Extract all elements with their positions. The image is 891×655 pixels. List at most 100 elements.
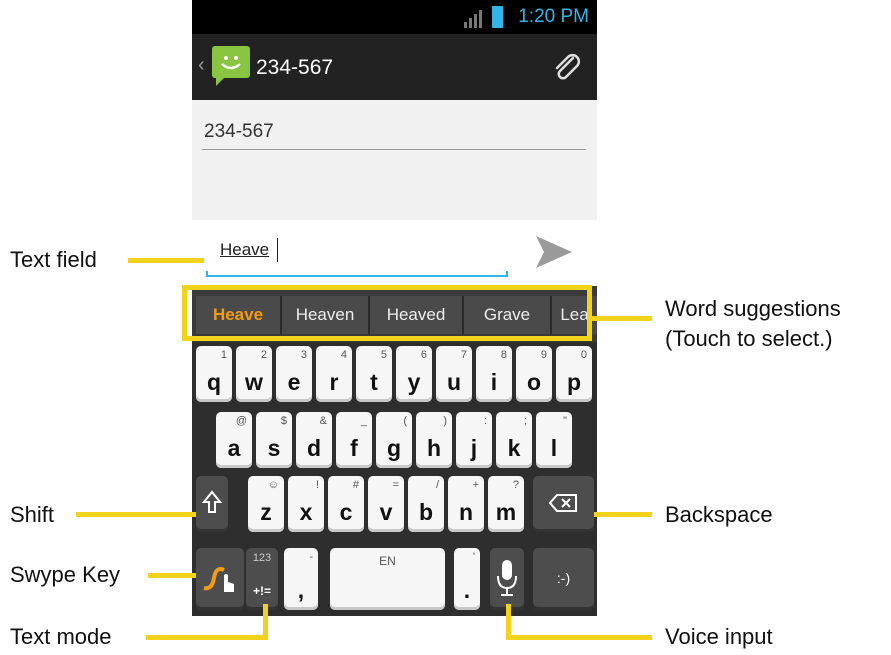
key-label: w bbox=[245, 369, 263, 395]
key-l[interactable]: " l bbox=[536, 412, 572, 468]
space-key[interactable]: EN bbox=[330, 548, 445, 610]
key-label: h bbox=[426, 435, 442, 461]
callout-touch-to-select: (Touch to select.) bbox=[665, 326, 833, 351]
key-n[interactable]: + n bbox=[448, 476, 484, 532]
key-r[interactable]: 4r bbox=[316, 346, 352, 402]
key-alt-label: ) bbox=[443, 415, 447, 427]
key-label: b bbox=[418, 499, 434, 525]
callout-line-text-mode-h bbox=[146, 635, 268, 640]
attach-icon[interactable] bbox=[551, 52, 583, 84]
period-label: . bbox=[463, 577, 471, 603]
key-label: p bbox=[566, 369, 582, 395]
key-label: z bbox=[260, 499, 272, 525]
callout-text-mode: Text mode bbox=[10, 624, 112, 649]
voice-input-key[interactable] bbox=[490, 548, 524, 610]
key-alt-label: 3 bbox=[300, 349, 307, 361]
period-alt-label: ' bbox=[472, 551, 475, 563]
key-b[interactable]: / b bbox=[408, 476, 444, 532]
compose-area: Heave bbox=[192, 220, 597, 286]
key-label: s bbox=[267, 435, 281, 461]
callout-line-suggestions bbox=[592, 316, 652, 321]
text-mode-key[interactable]: 123 +!= bbox=[246, 548, 278, 610]
messaging-app-icon[interactable] bbox=[212, 46, 250, 86]
key-f[interactable]: _ f bbox=[336, 412, 372, 468]
key-alt-label: = bbox=[392, 479, 399, 491]
microphone-icon bbox=[497, 560, 517, 596]
key-i[interactable]: 8i bbox=[476, 346, 512, 402]
back-icon[interactable]: ‹ bbox=[198, 54, 205, 77]
recipient-field[interactable]: 234-567 bbox=[204, 121, 274, 143]
key-alt-label: $ bbox=[280, 415, 287, 427]
key-alt-label: 1 bbox=[220, 349, 227, 361]
key-g[interactable]: (g bbox=[376, 412, 412, 468]
comma-label: , bbox=[297, 577, 305, 603]
key-m[interactable]: ? m bbox=[488, 476, 524, 532]
key-alt-label: / bbox=[435, 479, 439, 491]
shift-key[interactable] bbox=[196, 476, 228, 532]
callout-shift: Shift bbox=[10, 502, 55, 527]
key-label: j bbox=[470, 435, 478, 461]
swype-icon bbox=[203, 567, 234, 592]
key-v[interactable]: = v bbox=[368, 476, 404, 532]
key-s[interactable]: $ s bbox=[256, 412, 292, 468]
comma-alt-label: - bbox=[309, 551, 313, 563]
key-label: c bbox=[339, 499, 353, 525]
backspace-icon bbox=[548, 494, 577, 512]
key-e[interactable]: 3e bbox=[276, 346, 312, 402]
key-u[interactable]: 7u bbox=[436, 346, 472, 402]
key-alt-label: @ bbox=[235, 415, 247, 427]
key-alt-label: 7 bbox=[460, 349, 467, 361]
callout-line-swype bbox=[148, 573, 196, 578]
key-z[interactable]: ☺ z bbox=[248, 476, 284, 532]
text-field-underline bbox=[206, 271, 508, 277]
key-alt-label: & bbox=[319, 415, 327, 427]
key-alt-label: 5 bbox=[380, 349, 387, 361]
text-mode-bottom-label: +!= bbox=[252, 584, 271, 598]
key-alt-label: ? bbox=[512, 479, 519, 491]
key-t[interactable]: 5t bbox=[356, 346, 392, 402]
period-key[interactable]: ' . bbox=[454, 548, 480, 610]
key-k[interactable]: ; k bbox=[496, 412, 532, 468]
key-label: x bbox=[299, 499, 313, 525]
backspace-key[interactable] bbox=[533, 476, 594, 532]
key-label: a bbox=[227, 435, 241, 461]
callout-voice-input: Voice input bbox=[665, 624, 773, 649]
key-q[interactable]: 1q bbox=[196, 346, 232, 402]
key-label: i bbox=[490, 369, 498, 395]
key-label: y bbox=[407, 369, 421, 395]
callout-backspace: Backspace bbox=[665, 502, 773, 527]
key-alt-label: 8 bbox=[500, 349, 507, 361]
key-o[interactable]: 9o bbox=[516, 346, 552, 402]
key-h[interactable]: ) h bbox=[416, 412, 452, 468]
smiley-key[interactable]: :-) bbox=[533, 548, 594, 610]
key-label: o bbox=[526, 369, 542, 395]
callout-line-text-field bbox=[128, 258, 204, 263]
key-alt-label: 4 bbox=[340, 349, 347, 361]
key-y[interactable]: 6y bbox=[396, 346, 432, 402]
key-alt-label: + bbox=[472, 479, 479, 491]
key-j[interactable]: :j bbox=[456, 412, 492, 468]
swype-key[interactable] bbox=[196, 548, 244, 610]
recipient-area: 234-567 bbox=[192, 100, 597, 220]
key-w[interactable]: 2w bbox=[236, 346, 272, 402]
key-label: g bbox=[386, 435, 402, 461]
key-a[interactable]: @ a bbox=[216, 412, 252, 468]
key-d[interactable]: & d bbox=[296, 412, 332, 468]
shift-icon bbox=[202, 490, 222, 513]
key-alt-label: 2 bbox=[260, 349, 267, 361]
suggestions-highlight-box bbox=[182, 285, 592, 341]
callout-line-backspace bbox=[594, 512, 652, 517]
status-time: 1:20 PM bbox=[518, 6, 589, 27]
callout-word-suggestions: Word suggestions bbox=[665, 296, 841, 321]
key-label: f bbox=[350, 435, 358, 461]
key-x[interactable]: ! x bbox=[288, 476, 324, 532]
key-alt-label: # bbox=[352, 479, 359, 491]
callout-text-field: Text field bbox=[10, 247, 97, 272]
comma-key[interactable]: - , bbox=[284, 548, 318, 610]
send-icon[interactable] bbox=[534, 234, 574, 270]
key-label: t bbox=[370, 369, 378, 395]
text-field[interactable]: Heave bbox=[220, 240, 269, 260]
key-label: r bbox=[329, 369, 339, 395]
key-p[interactable]: 0p bbox=[556, 346, 592, 402]
key-c[interactable]: # c bbox=[328, 476, 364, 532]
